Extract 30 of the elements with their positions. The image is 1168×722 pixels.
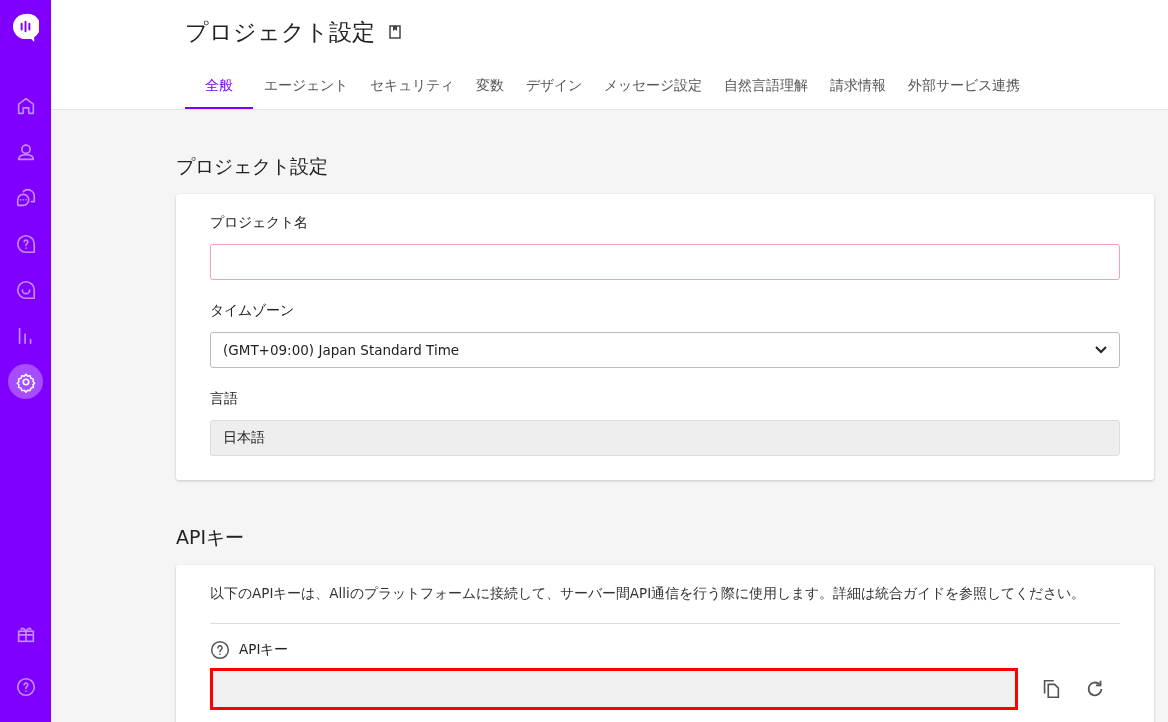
help-icon	[14, 675, 37, 698]
tab[interactable]: デザイン	[515, 64, 593, 109]
settings-button[interactable]	[8, 364, 43, 399]
description-text: 以下のAPIキーは、Alliのプラットフォームに接続して、サーバー間API通信を行う際に使用します。詳細は統合ガイドを参照してください。	[210, 585, 1087, 603]
dropdown[interactable]: (GMT+09:00) Japan Standard Time	[210, 332, 1120, 368]
tab[interactable]: 自然言語理解	[713, 64, 819, 109]
section-heading: プロジェクト設定	[176, 154, 329, 179]
input-field[interactable]	[210, 244, 1120, 280]
tab[interactable]: 外部サービス連携	[897, 64, 1031, 109]
tab[interactable]: エージェント	[253, 64, 359, 109]
field-label: タイムゾーン	[210, 302, 295, 320]
chevron-down-icon	[1095, 346, 1107, 354]
smile-bubble-icon	[14, 278, 37, 301]
tab[interactable]: 変数	[465, 64, 515, 109]
bookmark-icon[interactable]	[389, 25, 401, 39]
tab[interactable]: 請求情報	[819, 64, 897, 109]
tab[interactable]: 全般	[185, 64, 253, 109]
speech-bubble-logo-icon	[12, 13, 39, 42]
page-title: プロジェクト設定	[185, 17, 375, 47]
chat-bubbles-icon	[14, 186, 37, 209]
help-icon[interactable]	[210, 640, 230, 660]
tab[interactable]: メッセージ設定	[593, 64, 713, 109]
field-label: プロジェクト名	[210, 214, 309, 232]
section-heading: APIキー	[176, 525, 246, 550]
readonly-field: 日本語	[210, 420, 1120, 456]
tab[interactable]: セキュリティ	[359, 64, 465, 109]
question-bubble-icon	[14, 232, 37, 255]
field-label: APIキー	[239, 641, 289, 659]
api-key-field[interactable]	[210, 668, 1018, 710]
field-label: 言語	[210, 390, 239, 408]
